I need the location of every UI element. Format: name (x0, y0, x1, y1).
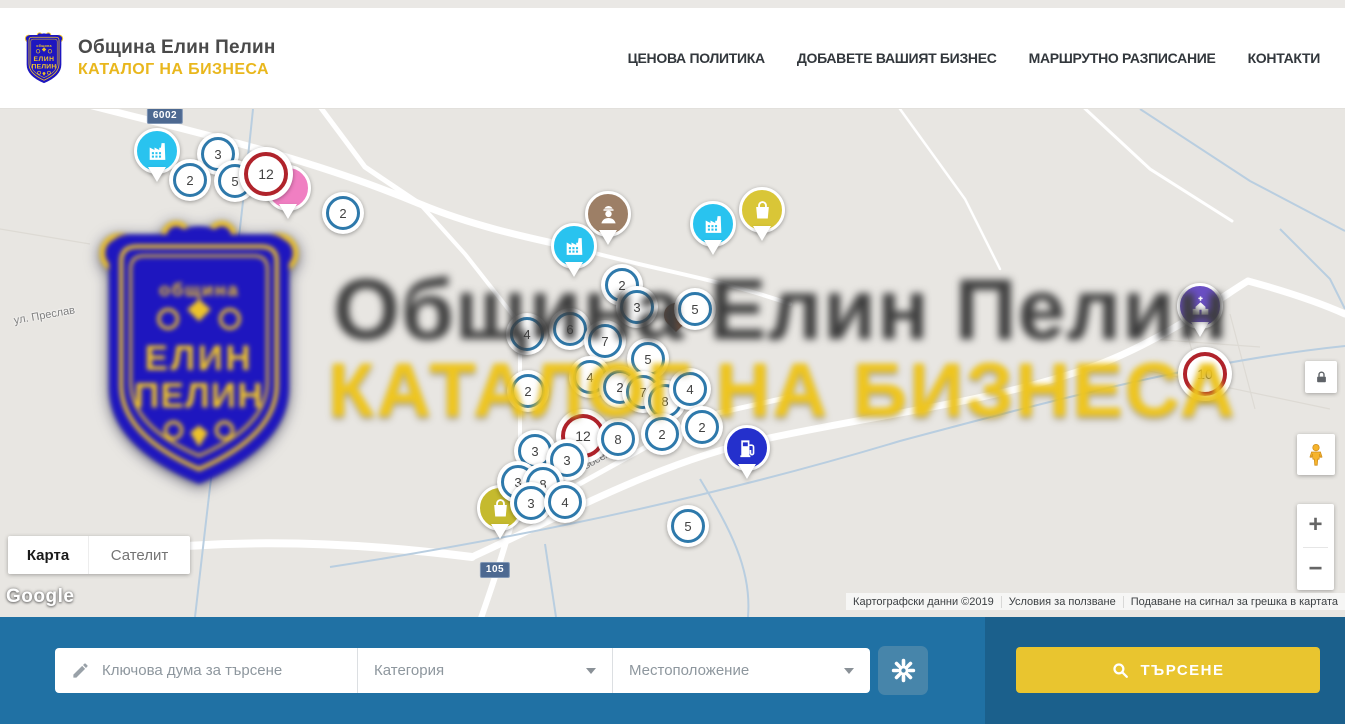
cluster-count: 4 (523, 327, 530, 342)
cluster-marker[interactable]: 12 (239, 147, 293, 201)
cluster-count: 3 (214, 147, 221, 162)
church-pin[interactable] (1177, 283, 1223, 337)
site-title: Община Елин Пелин (78, 37, 276, 59)
cluster-marker[interactable]: 2 (322, 192, 364, 234)
cluster-count: 4 (561, 495, 568, 510)
cluster-marker[interactable]: 2 (169, 159, 211, 201)
cluster-count: 2 (658, 427, 665, 442)
cluster-count: 12 (258, 166, 274, 182)
cluster-count: 5 (684, 519, 691, 534)
cluster-count: 10 (1197, 366, 1213, 382)
cluster-marker[interactable]: 10 (1178, 347, 1232, 401)
zoom-in-button[interactable]: + (1297, 504, 1334, 547)
keyword-field[interactable] (55, 648, 357, 693)
cluster-count: 8 (661, 394, 668, 409)
zoom-control: + − (1297, 504, 1334, 590)
cluster-count: 6 (566, 322, 573, 337)
map-type-satellite-button[interactable]: Сателит (88, 536, 190, 574)
cluster-count: 4 (686, 382, 693, 397)
pegman-button[interactable] (1297, 434, 1335, 475)
search-bar: Категория Местоположение (0, 617, 1345, 724)
pencil-icon (71, 661, 90, 680)
search-fields: Категория Местоположение (55, 648, 870, 693)
cluster-count: 2 (339, 206, 346, 221)
advanced-settings-button[interactable] (878, 646, 928, 695)
chevron-down-icon (586, 668, 596, 674)
svg-text:ЕЛИН: ЕЛИН (34, 56, 55, 63)
cluster-count: 7 (601, 334, 608, 349)
nav-contacts[interactable]: КОНТАКТИ (1248, 50, 1320, 66)
svg-text:община: община (36, 43, 52, 47)
category-dropdown-label: Категория (374, 662, 444, 679)
keyword-input[interactable] (102, 662, 341, 679)
lock-icon (1314, 370, 1329, 385)
attribution-terms-link[interactable]: Условия за ползване (1001, 596, 1123, 608)
map-canvas[interactable]: 325122235467524278412822333834510 община… (0, 109, 1345, 617)
search-icon (1111, 661, 1130, 680)
cluster-count: 4 (586, 370, 593, 385)
cluster-marker[interactable]: 2 (507, 370, 549, 412)
cluster-marker[interactable]: 5 (674, 288, 716, 330)
factory-pin[interactable] (551, 223, 597, 277)
cluster-marker[interactable]: 3 (616, 286, 658, 328)
map-type-map-button[interactable]: Карта (8, 536, 88, 574)
cluster-count: 5 (231, 174, 238, 189)
attribution-copyright: Картографски данни ©2019 (846, 596, 1001, 608)
map-attribution: Картографски данни ©2019 Условия за полз… (846, 593, 1345, 610)
location-dropdown[interactable]: Местоположение (612, 648, 870, 693)
fuel-pin[interactable] (724, 425, 770, 479)
cluster-marker[interactable]: 4 (544, 481, 586, 523)
cluster-marker[interactable]: 2 (681, 406, 723, 448)
cluster-count: 2 (698, 420, 705, 435)
cluster-count: 3 (531, 444, 538, 459)
zoom-out-button[interactable]: − (1297, 548, 1334, 591)
svg-text:ПЕЛИН: ПЕЛИН (32, 63, 57, 70)
cluster-count: 3 (527, 496, 534, 511)
marker-layer: 325122235467524278412822333834510 (0, 109, 1345, 617)
gear-icon (890, 657, 917, 684)
nav-pricing-policy[interactable]: ЦЕНОВА ПОЛИТИКА (628, 50, 765, 66)
site-subtitle: КАТАЛОГ НА БИЗНЕСА (78, 61, 276, 79)
search-button[interactable]: ТЪРСЕНЕ (1016, 647, 1320, 693)
shopping-bag-pin[interactable] (739, 187, 785, 241)
location-dropdown-label: Местоположение (629, 662, 749, 679)
page: община ЕЛИН ПЕЛИН Община Елин Пелин КАТА… (0, 0, 1345, 725)
lock-button[interactable] (1305, 361, 1337, 393)
nav-route-schedule[interactable]: МАРШРУТНО РАЗПИСАНИЕ (1029, 50, 1216, 66)
pegman-icon (1304, 443, 1328, 467)
cluster-count: 3 (563, 453, 570, 468)
chevron-down-icon (844, 668, 854, 674)
cluster-count: 5 (644, 352, 651, 367)
attribution-report-link[interactable]: Подаване на сигнал за грешка в картата (1123, 596, 1345, 608)
map-type-control: Карта Сателит (8, 536, 190, 574)
brand[interactable]: община ЕЛИН ПЕЛИН Община Елин Пелин КАТА… (0, 30, 276, 87)
nav-add-your-business[interactable]: ДОБАВЕТЕ ВАШИЯТ БИЗНЕС (797, 50, 997, 66)
municipality-emblem-logo: община ЕЛИН ПЕЛИН (22, 30, 66, 87)
cluster-marker[interactable]: 4 (506, 313, 548, 355)
cluster-marker[interactable]: 8 (597, 418, 639, 460)
cluster-count: 2 (524, 384, 531, 399)
cluster-count: 2 (186, 173, 193, 188)
category-dropdown[interactable]: Категория (357, 648, 612, 693)
cluster-marker[interactable]: 2 (641, 413, 683, 455)
cluster-count: 8 (614, 432, 621, 447)
main-nav: ЦЕНОВА ПОЛИТИКА ДОБАВЕТЕ ВАШИЯТ БИЗНЕС М… (628, 50, 1345, 66)
cluster-count: 5 (691, 302, 698, 317)
top-strip (0, 0, 1345, 8)
factory-pin[interactable] (690, 201, 736, 255)
cluster-count: 3 (633, 300, 640, 315)
google-logo[interactable]: Google (6, 586, 74, 608)
cluster-marker[interactable]: 4 (669, 368, 711, 410)
header: община ЕЛИН ПЕЛИН Община Елин Пелин КАТА… (0, 8, 1345, 109)
cluster-marker[interactable]: 5 (667, 505, 709, 547)
search-button-label: ТЪРСЕНЕ (1140, 662, 1224, 679)
